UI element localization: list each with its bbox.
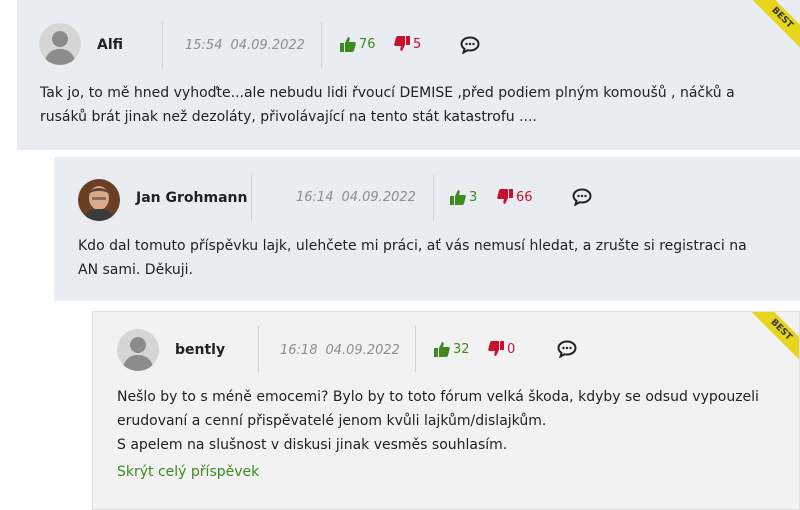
username[interactable]: Alfi	[97, 37, 123, 53]
dislike-count: 0	[507, 341, 516, 357]
dislike-button[interactable]: 5	[394, 36, 421, 52]
divider	[162, 22, 163, 68]
avatar[interactable]	[117, 329, 159, 371]
like-count: 3	[469, 189, 478, 205]
username[interactable]: bently	[175, 342, 225, 358]
like-button[interactable]: 32	[434, 341, 470, 357]
timestamp: 16:14 04.09.2022	[296, 190, 416, 205]
hide-post-link[interactable]: Skrýt celý příspěvek	[117, 464, 259, 480]
comment-date: 04.09.2022	[230, 38, 305, 53]
comment-time: 16:18	[280, 343, 318, 358]
best-badge: BEST	[752, 0, 800, 48]
comment-time: 16:14	[296, 190, 334, 205]
comment-text: Kdo dal tomuto příspěvku lajk, ulehčete …	[78, 238, 747, 278]
like-count: 32	[453, 341, 470, 357]
thumbs-down-icon	[488, 341, 504, 356]
reply-button[interactable]	[572, 188, 592, 210]
divider	[433, 175, 434, 221]
divider	[321, 22, 322, 68]
comment-text-line: Nešlo by to s méně emocemi? Bylo by to t…	[117, 389, 759, 405]
comment-text-line: S apelem na slušnost v diskusi jinak ves…	[117, 437, 508, 453]
dislike-button[interactable]: 0	[488, 341, 515, 357]
dislike-count: 5	[413, 36, 422, 52]
speech-bubble-icon	[572, 188, 592, 207]
comment-date: 04.09.2022	[341, 190, 416, 205]
speech-bubble-icon	[557, 340, 577, 359]
like-count: 76	[359, 36, 376, 52]
divider	[415, 326, 416, 372]
reply-button[interactable]	[557, 340, 577, 362]
comment-text: Tak jo, to mě hned vyhoďte...ale nebudu …	[40, 85, 735, 125]
thumbs-up-icon	[450, 190, 466, 205]
comment-text-line: erudovaní a cenní přispěvatelé jenom kvů…	[117, 413, 547, 429]
divider	[258, 326, 259, 372]
username[interactable]: Jan Grohmann	[136, 190, 247, 206]
comment-date: 04.09.2022	[325, 343, 400, 358]
dislike-count: 66	[516, 189, 533, 205]
thumbs-up-icon	[434, 342, 450, 357]
timestamp: 15:54 04.09.2022	[185, 38, 305, 53]
thumbs-up-icon	[340, 37, 356, 52]
like-button[interactable]: 76	[340, 36, 376, 52]
thumbs-down-icon	[497, 189, 513, 204]
dislike-button[interactable]: 66	[497, 189, 533, 205]
best-badge: BEST	[751, 312, 799, 360]
comment-alfi: Alfi 15:54 04.09.2022 76 5 BEST Tak jo, t…	[17, 0, 800, 150]
timestamp: 16:18 04.09.2022	[280, 343, 400, 358]
comment-jan-grohmann: Jan Grohmann 16:14 04.09.2022 3 66 Kdo da…	[54, 157, 800, 301]
avatar[interactable]	[78, 179, 120, 221]
thumbs-down-icon	[394, 36, 410, 51]
divider	[251, 175, 252, 221]
comment-text: Nešlo by to s méně emocemi? Bylo by to t…	[117, 385, 797, 457]
speech-bubble-icon	[460, 36, 480, 55]
avatar[interactable]	[39, 23, 81, 65]
comment-bently: bently 16:18 04.09.2022 32 0 BEST Nešlo b…	[92, 311, 800, 510]
comment-time: 15:54	[185, 38, 223, 53]
like-button[interactable]: 3	[450, 189, 477, 205]
reply-button[interactable]	[460, 36, 480, 58]
